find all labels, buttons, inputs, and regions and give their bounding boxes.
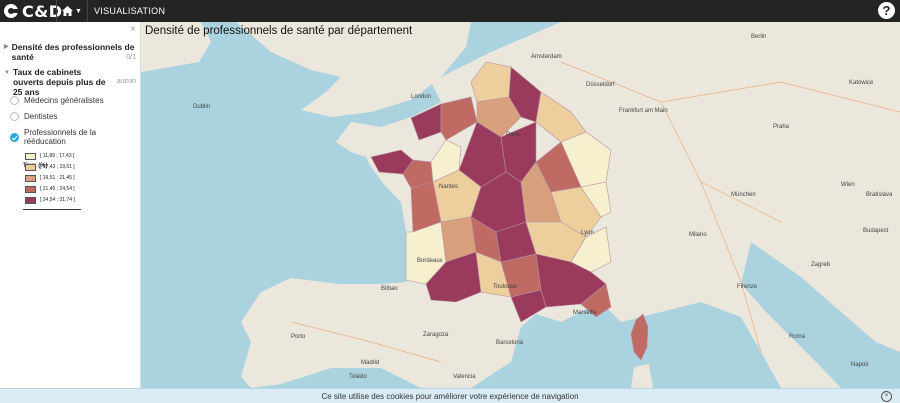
- logo-mark-icon: [4, 4, 21, 18]
- map-label: Firenze: [737, 284, 758, 290]
- legend-item: [ 21,45 ; 24,54 [: [25, 185, 75, 193]
- sidebar: × ▶ Densité des professionnels de santé …: [0, 22, 141, 388]
- map-label: Düsseldorf: [586, 82, 615, 88]
- legend-label: [ 11,89 ; 17,43 [: [40, 153, 75, 159]
- radio-icon[interactable]: [10, 96, 19, 105]
- map-label: Valencia: [453, 374, 476, 380]
- map-label: München: [731, 192, 756, 198]
- option-dentistes[interactable]: Dentistes: [10, 112, 57, 121]
- map-label: Bordeaux: [417, 258, 443, 264]
- radio-checked-icon[interactable]: [10, 132, 19, 142]
- map-label: Barcelona: [496, 340, 524, 346]
- cookie-banner: Ce site utilise des cookies pour amélior…: [0, 388, 900, 403]
- map-label: Bratislava: [866, 192, 893, 198]
- map-label: Napoli: [851, 362, 869, 368]
- top-bar: C&D ▼ VISUALISATION ?: [0, 0, 900, 22]
- legend-swatch: [25, 196, 36, 204]
- map-label: Katowice: [849, 80, 874, 86]
- chevron-down-icon: ▼: [75, 7, 82, 15]
- map-label: Bilbao: [381, 286, 398, 292]
- map-label: Lyon: [581, 230, 594, 236]
- map-label: Paris: [506, 132, 520, 138]
- option-label: Dentistes: [24, 112, 58, 121]
- legend-swatch: [25, 163, 36, 171]
- cookie-close-button[interactable]: ×: [881, 391, 892, 402]
- legend-item: [ 19,51 ; 21,45 [: [25, 174, 75, 182]
- help-button[interactable]: ?: [878, 2, 895, 19]
- map-label: Berlin: [751, 34, 767, 40]
- map-label: Roma: [789, 334, 806, 340]
- legend-swatch: [25, 152, 36, 160]
- legend-label: [ 21,45 ; 24,54 [: [40, 186, 75, 192]
- map-label: Amsterdam: [531, 54, 562, 60]
- legend-swatch: [25, 185, 36, 193]
- map-title: Densité de professionnels de santé par d…: [145, 25, 413, 37]
- map-label: Porto: [291, 334, 306, 340]
- caret-right-icon: ▶: [4, 44, 9, 50]
- map-label: Milano: [689, 232, 707, 238]
- home-menu-button[interactable]: ▼: [56, 0, 88, 22]
- nav-visualisation[interactable]: VISUALISATION: [94, 6, 165, 16]
- option-label: Professionnels de la rééducation: [24, 128, 97, 146]
- radio-icon[interactable]: [10, 112, 19, 121]
- map-label: Frankfurt am Main: [619, 108, 668, 114]
- section-taux-cabinets[interactable]: ▼ Taux de cabinets ouverts depuis plus d…: [4, 67, 114, 97]
- section-taux-label: Taux de cabinets ouverts depuis plus de …: [12, 67, 106, 97]
- map-label: Madrid: [361, 360, 380, 366]
- map-label: Toledo: [349, 374, 367, 380]
- legend-label: [ 19,51 ; 21,45 [: [40, 175, 75, 181]
- legend-item: [ 11,89 ; 17,43 [: [25, 152, 74, 160]
- map-label: Dublin: [193, 104, 211, 110]
- section-densite[interactable]: ▶ Densité des professionnels de santé: [4, 42, 140, 62]
- map-canvas[interactable]: [141, 22, 900, 388]
- section-densite-label: Densité des professionnels de santé: [11, 42, 135, 62]
- map-label: London: [411, 94, 432, 100]
- map-label: Zagreb: [811, 262, 831, 268]
- close-sidebar-button[interactable]: ×: [130, 24, 136, 35]
- cookie-text: Ce site utilise des cookies pour amélior…: [321, 392, 579, 401]
- section-taux-status: aucun: [116, 78, 136, 85]
- map-view[interactable]: Densité de professionnels de santé par d…: [141, 22, 900, 388]
- map-label: Budapest: [863, 228, 889, 234]
- option-medecins[interactable]: Médecins généralistes: [10, 96, 104, 105]
- home-icon: [62, 6, 74, 16]
- section-densite-count: 0/1: [126, 54, 136, 61]
- legend-label: [ 24,54 ; 31,74 ]: [40, 197, 75, 203]
- legend-item: [ 24,54 ; 31,74 ]: [25, 196, 75, 204]
- map-label: Wien: [841, 182, 855, 188]
- legend-label: [ 17,43 ; 19,51 [: [40, 164, 75, 170]
- option-reeducation[interactable]: Professionnels de la rééducation: [10, 128, 140, 146]
- legend-item: [ 17,43 ; 19,51 [: [25, 163, 75, 171]
- legend-divider: [23, 209, 81, 210]
- map-label: Toulouse: [493, 284, 518, 290]
- map-label: Nantes: [439, 184, 459, 190]
- caret-down-icon: ▼: [4, 70, 10, 76]
- legend-swatch: [25, 174, 36, 182]
- logo[interactable]: C&D: [3, 2, 62, 21]
- map-label: Marseille: [573, 310, 598, 316]
- map-label: Zaragoza: [423, 332, 449, 338]
- option-label: Médecins généralistes: [24, 96, 104, 105]
- map-label: Praha: [773, 124, 790, 130]
